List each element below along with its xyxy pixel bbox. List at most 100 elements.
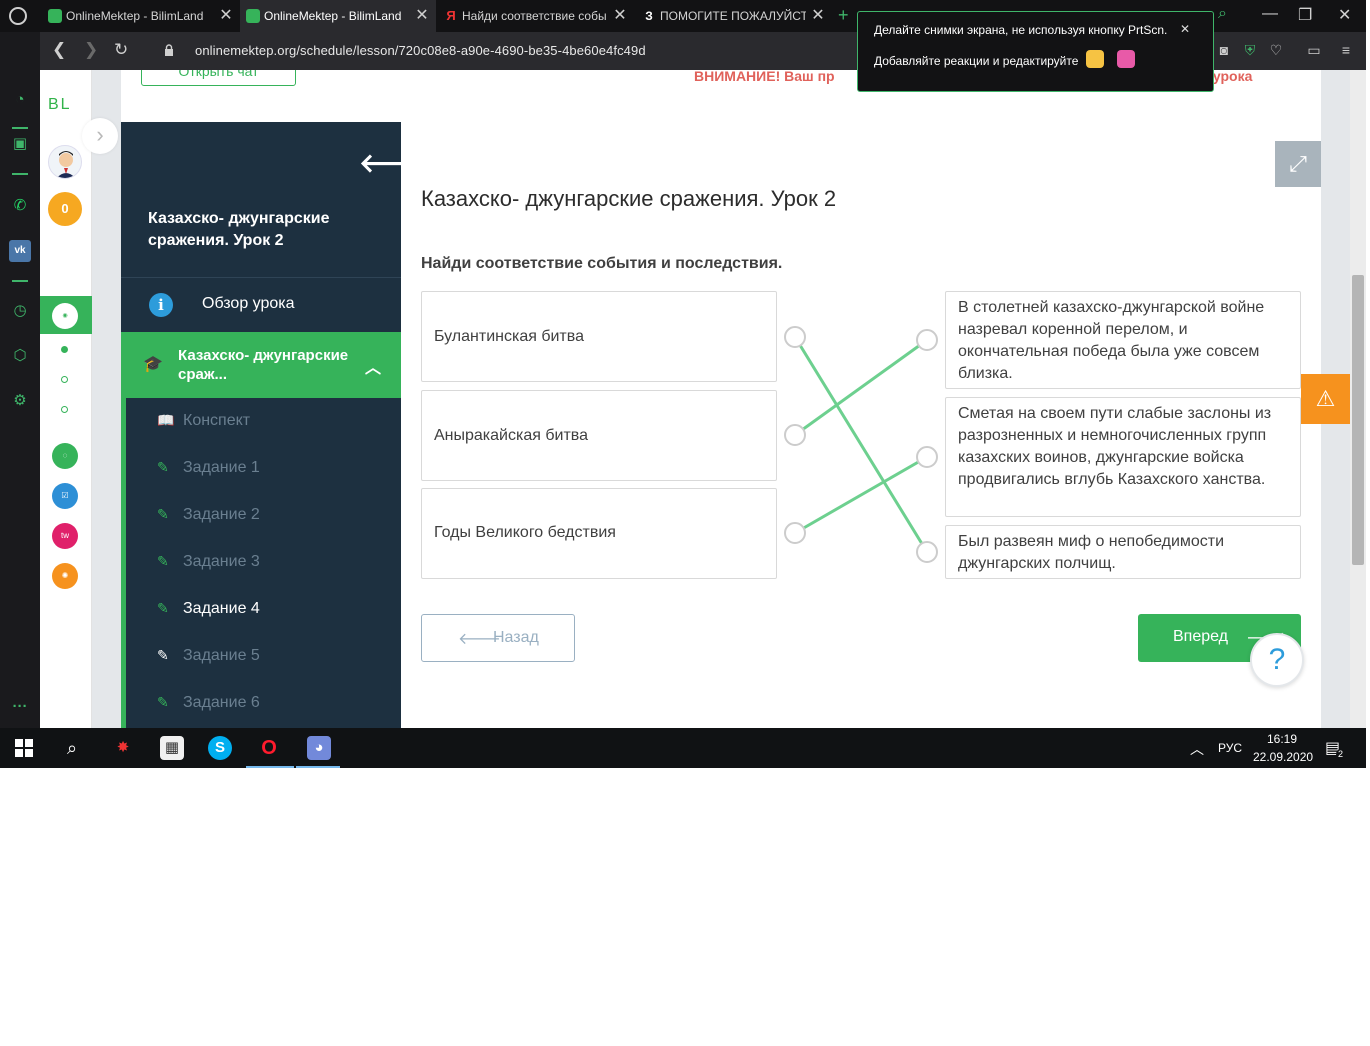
chevron-up-icon[interactable]: ︿	[365, 354, 381, 378]
edit-icon: ✎	[157, 694, 169, 710]
nav-item-label: Задание 1	[183, 459, 260, 476]
nav-section-current[interactable]: 🎓 Казахско- джунгарские сраж... ︿	[121, 332, 401, 398]
speed-dial-icon[interactable]: ◔	[9, 89, 31, 111]
coins-badge[interactable]: 0	[48, 192, 82, 226]
right-connector-2[interactable]	[916, 446, 938, 468]
twig-app-icon[interactable]: tw	[52, 523, 78, 549]
nav-item-task-5[interactable]: ✎ Задание 5	[126, 633, 401, 680]
fullscreen-expand-icon[interactable]: ⤢	[1275, 141, 1321, 187]
store-icon[interactable]: ▦	[160, 736, 184, 760]
match-right-item-3[interactable]: Был развеян миф о непобедимости джунгарс…	[945, 525, 1301, 579]
match-left-item-1[interactable]: Булантинская битва	[421, 291, 777, 382]
back-button[interactable]: 🡐 Назад	[421, 614, 575, 662]
rail-dot[interactable]	[61, 346, 68, 353]
close-tab-icon[interactable]: ✕	[612, 0, 628, 32]
right-connector-3[interactable]	[916, 541, 938, 563]
match-right-item-2[interactable]: Сметая на своем пути слабые заслоны из р…	[945, 397, 1301, 517]
forward-nav-icon[interactable]: ❯	[84, 40, 98, 60]
nav-item-task-1[interactable]: ✎ Задание 1	[126, 445, 401, 492]
nav-lesson-title: Казахско- джунгарские сражения. Урок 2	[148, 210, 330, 249]
znanija-favicon-icon: З	[645, 9, 653, 23]
open-chat-button[interactable]: Открыть чат	[141, 70, 296, 86]
nav-item-label: Задание 6	[183, 694, 260, 711]
other-app-icon[interactable]: ✺	[52, 563, 78, 589]
opera-taskbar-icon[interactable]: O	[257, 736, 281, 760]
collapse-nav-arrow-icon[interactable]: 🡐	[359, 148, 429, 179]
tab-4[interactable]: З ПОМОГИТЕ ПОЖАЛУЙСТ ✕	[636, 0, 832, 32]
right-connector-1[interactable]	[916, 329, 938, 351]
match-line	[793, 455, 929, 535]
nav-item-overview[interactable]: i Обзор урока	[121, 279, 401, 331]
restore-icon[interactable]: ❐	[1298, 5, 1312, 25]
whatsapp-icon[interactable]: ✆	[9, 195, 31, 217]
match-left-item-2[interactable]: Аныракайская битва	[421, 390, 777, 481]
new-tab-icon[interactable]: +	[838, 5, 849, 26]
skype-icon[interactable]: S	[208, 736, 232, 760]
edit-icon: ✎	[157, 506, 169, 522]
url-field[interactable]: onlinemektep.org/schedule/lesson/720c08e…	[195, 43, 646, 58]
camera-icon[interactable]: ◙	[1216, 42, 1232, 58]
warning-triangle-icon[interactable]: ⚠	[1301, 374, 1350, 424]
back-nav-icon[interactable]: ❮	[52, 40, 66, 60]
settings-gear-icon[interactable]: ⚙	[9, 390, 31, 412]
history-icon[interactable]: ◷	[9, 300, 31, 322]
nav-item-task-6[interactable]: ✎ Задание 6	[126, 680, 401, 727]
rail-dot[interactable]	[61, 376, 68, 383]
close-tab-icon[interactable]: ✕	[414, 0, 430, 32]
back-button-label: Назад	[493, 629, 539, 646]
page-scrollbar-thumb[interactable]	[1352, 275, 1364, 565]
left-connector-2[interactable]	[784, 424, 806, 446]
search-icon[interactable]: ⌕	[60, 736, 84, 760]
edit-icon: ✎	[157, 459, 169, 475]
language-indicator[interactable]: РУС	[1218, 741, 1242, 755]
opera-logo-icon[interactable]	[9, 7, 27, 25]
more-dots-icon[interactable]: ···	[9, 696, 31, 718]
left-connector-1[interactable]	[784, 326, 806, 348]
nav-item-task-3[interactable]: ✎ Задание 3	[126, 539, 401, 586]
close-tab-icon[interactable]: ✕	[218, 0, 234, 32]
nav-item-task-4[interactable]: ✎ Задание 4	[126, 586, 401, 633]
tab-2[interactable]: OnlineMektep - BilimLand ✕	[240, 0, 436, 32]
search-tabs-icon[interactable]: ⌕	[1218, 5, 1227, 23]
nav-item-task-2[interactable]: ✎ Задание 2	[126, 492, 401, 539]
game-app-icon[interactable]: ✸	[111, 736, 135, 760]
rail-expand-chevron-icon[interactable]: ›	[82, 118, 118, 154]
avatar[interactable]	[48, 145, 82, 179]
nav-item-konspekt[interactable]: 📖 Конспект	[126, 398, 401, 445]
tab-3[interactable]: Я Найди соответствие собы ✕	[438, 0, 634, 32]
extensions-cube-icon[interactable]: ⬡	[9, 345, 31, 367]
clock-date[interactable]: 22.09.2020	[1253, 750, 1313, 764]
close-tab-icon[interactable]: ✕	[810, 0, 826, 32]
shield-icon[interactable]: ⛨	[1242, 42, 1258, 58]
nav-item-label: Обзор урока	[202, 295, 295, 312]
emoji-cat-icon	[1117, 50, 1135, 68]
reload-icon[interactable]: ↻	[114, 40, 128, 60]
minimize-icon[interactable]: —	[1262, 5, 1278, 23]
rail-dot[interactable]	[61, 406, 68, 413]
emoji-face-icon	[1086, 50, 1104, 68]
windows-start-icon[interactable]	[12, 736, 36, 760]
close-window-icon[interactable]: ✕	[1338, 5, 1351, 25]
battery-icon[interactable]: ▭	[1306, 42, 1322, 58]
edit-icon: ✎	[157, 600, 169, 616]
chevron-up-tray-icon[interactable]: ︿	[1190, 739, 1204, 759]
bilimland-app-icon[interactable]: ◌	[52, 443, 78, 469]
bilimland-logo[interactable]: BL	[48, 96, 72, 114]
menu-icon[interactable]: ≡	[1338, 42, 1354, 58]
twitch-icon[interactable]: ▣	[9, 133, 31, 155]
help-button[interactable]: ?	[1250, 633, 1304, 687]
match-left-item-3[interactable]: Годы Великого бедствия	[421, 488, 777, 579]
tab-1[interactable]: OnlineMektep - BilimLand ✕	[42, 0, 240, 32]
left-connector-3[interactable]	[784, 522, 806, 544]
vk-icon[interactable]: vk	[9, 240, 31, 262]
clock-time[interactable]: 16:19	[1267, 732, 1297, 746]
online-school-icon[interactable]: ◉	[52, 303, 78, 329]
close-popup-icon[interactable]: ✕	[1180, 22, 1190, 36]
popup-text-line-2: Добавляйте реакции и редактируйте	[874, 54, 1079, 68]
heart-icon[interactable]: ♡	[1268, 42, 1284, 58]
site-left-rail: BL 0 ◉ ◌ ☑ tw ✺	[40, 70, 92, 728]
taskbar-active-indicator	[246, 766, 294, 768]
test-app-icon[interactable]: ☑	[52, 483, 78, 509]
match-right-item-1[interactable]: В столетней казахско-джунгарской войне н…	[945, 291, 1301, 389]
discord-icon[interactable]: ◕	[307, 736, 331, 760]
